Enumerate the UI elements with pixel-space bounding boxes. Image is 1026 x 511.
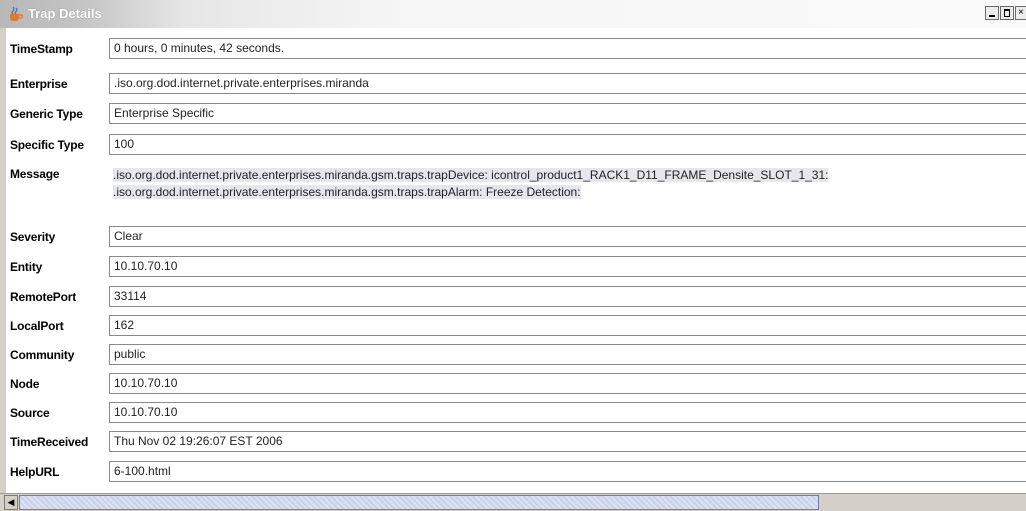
generic-type-label: Generic Type [10,107,83,121]
trap-details-panel: TimeStamp 0 hours, 0 minutes, 42 seconds… [0,28,1026,493]
remote-port-label: RemotePort [10,290,77,304]
timestamp-label: TimeStamp [10,42,73,56]
entity-label: Entity [10,260,43,274]
node-label: Node [10,377,40,391]
message-line: .iso.org.dod.internet.private.enterprise… [113,168,829,182]
severity-field[interactable]: Clear [109,226,1026,247]
scroll-left-button[interactable]: ◀ [4,495,18,510]
horizontal-scrollbar[interactable]: ◀ [0,493,1026,511]
node-field[interactable]: 10.10.70.10 [109,373,1026,394]
title-bar[interactable]: Trap Details × [0,0,1026,28]
scroll-thumb[interactable] [19,495,819,510]
local-port-field[interactable]: 162 [109,315,1026,336]
message-line: .iso.org.dod.internet.private.enterprise… [113,185,581,199]
minimize-icon [989,15,995,17]
maximize-button[interactable] [1000,6,1014,20]
timestamp-field[interactable]: 0 hours, 0 minutes, 42 seconds. [109,38,1026,59]
close-icon: × [1018,7,1024,18]
local-port-label: LocalPort [10,319,64,333]
message-textarea[interactable]: .iso.org.dod.internet.private.enterprise… [109,163,1026,221]
time-received-label: TimeReceived [10,435,89,449]
close-button[interactable]: × [1015,6,1026,20]
entity-field[interactable]: 10.10.70.10 [109,256,1026,277]
enterprise-field[interactable]: .iso.org.dod.internet.private.enterprise… [109,73,1026,94]
help-url-field[interactable]: 6-100.html [109,461,1026,482]
source-field[interactable]: 10.10.70.10 [109,402,1026,423]
enterprise-label: Enterprise [10,77,68,91]
java-cup-icon [10,6,24,21]
community-field[interactable]: public [109,344,1026,365]
severity-label: Severity [10,230,56,244]
specific-type-field[interactable]: 100 [109,134,1026,155]
source-label: Source [10,406,50,420]
generic-type-field[interactable]: Enterprise Specific [109,103,1026,124]
community-label: Community [10,348,75,362]
left-arrow-icon: ◀ [7,497,15,507]
remote-port-field[interactable]: 33114 [109,286,1026,307]
time-received-field[interactable]: Thu Nov 02 19:26:07 EST 2006 [109,431,1026,452]
message-label: Message [10,167,60,181]
minimize-button[interactable] [985,6,999,20]
specific-type-label: Specific Type [10,138,84,152]
window-title: Trap Details [28,6,102,21]
maximize-icon [1004,9,1010,17]
help-url-label: HelpURL [10,465,60,479]
